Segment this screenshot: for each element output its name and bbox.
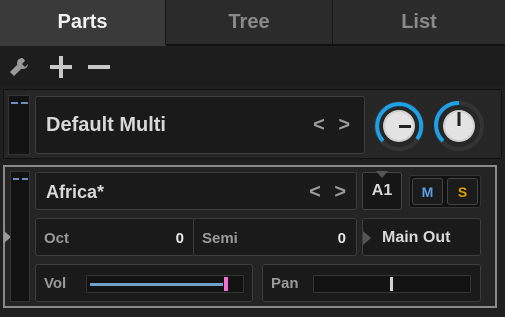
part-name-field[interactable]: Africa* < > <box>35 172 357 210</box>
multi-knob-2[interactable] <box>433 100 485 152</box>
pan-label: Pan <box>271 275 299 292</box>
tab-parts[interactable]: Parts <box>0 0 166 46</box>
part-nav-arrows[interactable]: < > <box>309 181 350 204</box>
volume-slider[interactable] <box>86 275 244 293</box>
octave-label: Oct <box>44 230 70 247</box>
output-arrow-icon <box>363 231 371 245</box>
tab-list[interactable]: List <box>333 0 505 46</box>
output-selector[interactable]: Main Out <box>362 218 481 256</box>
multi-name: Default Multi <box>46 114 166 136</box>
volume-fill <box>90 283 223 286</box>
volume-handle[interactable] <box>224 277 228 291</box>
pan-slider[interactable] <box>313 275 471 293</box>
channel-label: A1 <box>371 182 393 199</box>
semitone-field[interactable]: Semi 0 <box>193 218 357 256</box>
multi-nav-arrows[interactable]: < > <box>313 114 354 137</box>
mute-button[interactable]: M <box>412 178 443 205</box>
volume-label: Vol <box>44 275 67 292</box>
semitone-label: Semi <box>202 230 238 247</box>
semitone-value: 0 <box>337 230 346 247</box>
minus-icon[interactable] <box>84 52 114 82</box>
mute-label: M <box>421 183 434 200</box>
multi-name-field[interactable]: Default Multi < > <box>35 96 365 154</box>
tab-tree[interactable]: Tree <box>166 0 333 46</box>
pan-handle[interactable] <box>390 277 393 291</box>
wrench-icon[interactable] <box>4 52 34 82</box>
volume-control[interactable]: Vol <box>35 264 253 302</box>
output-label: Main Out <box>382 229 451 246</box>
solo-label: S <box>457 183 468 200</box>
plus-icon[interactable] <box>46 52 76 82</box>
multi-knob-1[interactable] <box>373 100 425 152</box>
octave-field[interactable]: Oct 0 <box>35 218 195 256</box>
octave-value: 0 <box>175 230 184 247</box>
part-name: Africa* <box>46 182 105 202</box>
part-level-meter <box>10 171 30 302</box>
tab-bar: Parts Tree List <box>0 0 505 46</box>
solo-button[interactable]: S <box>447 178 478 205</box>
multi-level-meter <box>8 95 30 155</box>
pan-control[interactable]: Pan <box>262 264 481 302</box>
channel-caret-icon <box>376 166 388 178</box>
